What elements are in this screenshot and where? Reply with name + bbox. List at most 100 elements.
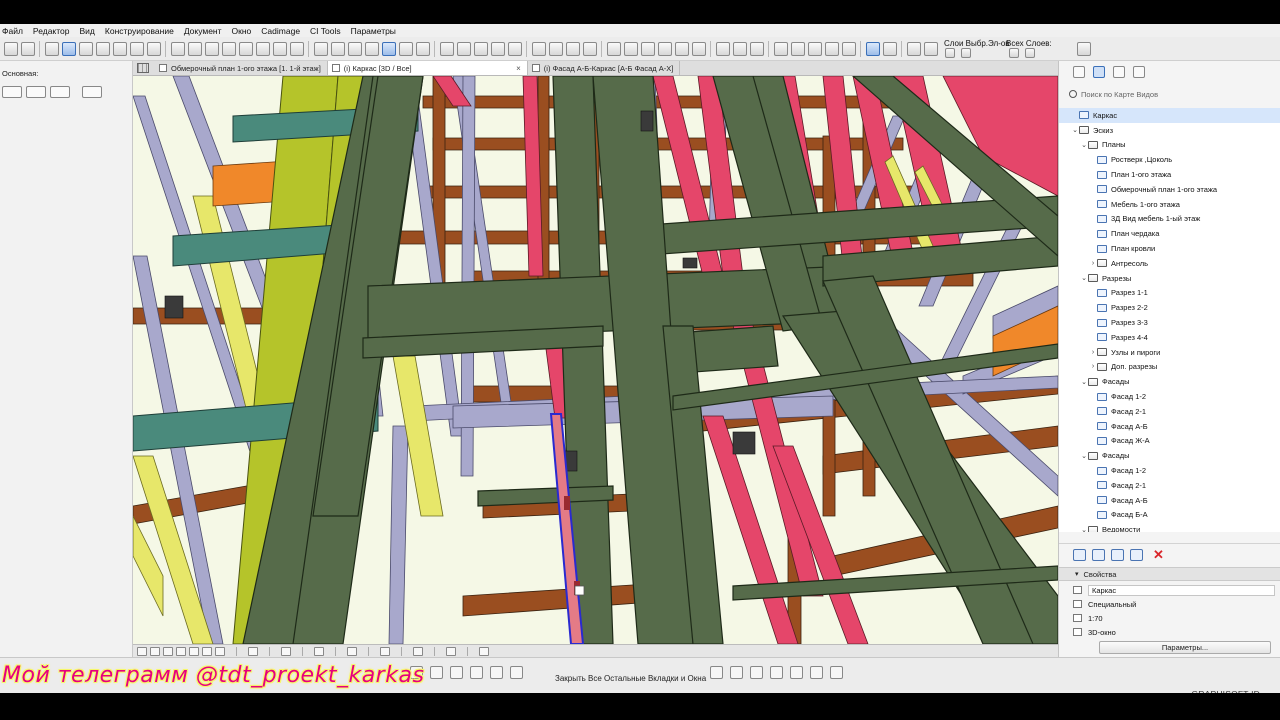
pencil-icon[interactable] xyxy=(430,666,443,679)
pen-set-icon[interactable] xyxy=(347,646,357,656)
chevron-down-icon[interactable]: ⌄ xyxy=(1080,378,1088,386)
eye-icon[interactable] xyxy=(882,41,897,56)
menu-view[interactable]: Вид xyxy=(75,26,100,36)
open-view-icon[interactable] xyxy=(1130,548,1143,561)
view-map-icon[interactable] xyxy=(1093,66,1105,78)
view-map-item[interactable]: Разрез 4-4 xyxy=(1059,330,1280,345)
view-map-item[interactable]: Фасад 2-1 xyxy=(1059,478,1280,493)
undo-view-icon[interactable] xyxy=(137,646,147,656)
chevron-down-icon[interactable]: ⌄ xyxy=(1080,141,1088,149)
view-map-item[interactable]: Разрез 2-2 xyxy=(1059,300,1280,315)
close-tab-icon[interactable]: × xyxy=(516,64,521,73)
view-map-item[interactable]: ⌄ Ведомости xyxy=(1059,522,1280,532)
view-map-item[interactable]: Мебель 1-ого этажа xyxy=(1059,197,1280,212)
table-icon[interactable] xyxy=(715,41,730,56)
pointer-tool-icon[interactable] xyxy=(2,86,22,98)
view-map-item[interactable]: ⌄ Эскиз xyxy=(1059,123,1280,138)
menu-edit[interactable]: Редактор xyxy=(28,26,75,36)
parameters-button[interactable]: Параметры... xyxy=(1099,641,1271,654)
chevron-right-icon[interactable]: › xyxy=(1089,363,1097,370)
view-map-item[interactable]: Фасад 1-2 xyxy=(1059,389,1280,404)
explode-icon[interactable] xyxy=(807,41,822,56)
triangle-down-icon[interactable] xyxy=(565,41,580,56)
stretch-icon[interactable] xyxy=(582,41,597,56)
pen-icon[interactable] xyxy=(710,666,723,679)
layer-combination-icon[interactable] xyxy=(314,646,324,656)
teamwork-icon[interactable] xyxy=(790,41,805,56)
view-map-item[interactable]: › Доп. разрезы xyxy=(1059,360,1280,375)
zoom-out-icon[interactable] xyxy=(176,646,186,656)
redo-icon[interactable] xyxy=(20,41,35,56)
offset-icon[interactable] xyxy=(507,41,522,56)
scale-icon[interactable] xyxy=(281,646,291,656)
view-map-item[interactable]: › Антресоль xyxy=(1059,256,1280,271)
view-map-item[interactable]: Ростверк ,Цоколь xyxy=(1059,152,1280,167)
chevron-right-icon[interactable]: › xyxy=(1089,349,1097,356)
properties-header[interactable]: ▾ Свойства xyxy=(1059,567,1280,581)
save-view-icon[interactable] xyxy=(1111,548,1124,561)
bring-front-icon[interactable] xyxy=(674,41,689,56)
hotspot-icon[interactable] xyxy=(255,41,270,56)
sync-icon[interactable] xyxy=(1076,41,1091,56)
marquee-icon[interactable] xyxy=(381,41,396,56)
marquee-tool-icon[interactable] xyxy=(26,86,46,98)
new-folder-icon[interactable] xyxy=(1073,548,1086,561)
menu-document[interactable]: Документ xyxy=(179,26,227,36)
view-map-item[interactable]: ⌄ Фасады xyxy=(1059,448,1280,463)
view-name-field[interactable]: Каркас xyxy=(1088,584,1275,596)
layer-combo-icon[interactable] xyxy=(906,41,921,56)
chevron-down-icon[interactable]: ⌄ xyxy=(1080,274,1088,282)
text-tool-icon[interactable] xyxy=(830,666,843,679)
zoom-in-icon[interactable] xyxy=(163,646,173,656)
triangle-up-icon[interactable] xyxy=(548,41,563,56)
view-map-item[interactable]: Фасад А-Б xyxy=(1059,493,1280,508)
menu-file[interactable]: Файл xyxy=(0,26,28,36)
list-icon[interactable] xyxy=(749,41,764,56)
save-icon[interactable] xyxy=(510,666,523,679)
3d-viewport[interactable] xyxy=(133,76,1058,644)
view-map-search[interactable]: Поиск по Карте Видов xyxy=(1069,87,1280,101)
layers-icon[interactable] xyxy=(95,41,110,56)
redo-view-icon[interactable] xyxy=(150,646,160,656)
grid-icon[interactable] xyxy=(732,41,747,56)
undo-icon[interactable] xyxy=(3,41,18,56)
favorites-star-icon[interactable] xyxy=(78,41,93,56)
all-layers-lock-icon[interactable] xyxy=(1024,47,1035,58)
view-map-item[interactable]: План 1-ого этажа xyxy=(1059,167,1280,182)
view-map-item[interactable]: Фасад А-Б xyxy=(1059,419,1280,434)
spline-icon[interactable] xyxy=(238,41,253,56)
dimension-icon[interactable] xyxy=(479,646,489,656)
layout-book-icon[interactable] xyxy=(1113,66,1125,78)
move-icon[interactable] xyxy=(347,41,362,56)
home-icon[interactable] xyxy=(398,41,413,56)
model-view-icon[interactable] xyxy=(380,646,390,656)
intersect-icon[interactable] xyxy=(824,41,839,56)
elevate-icon[interactable] xyxy=(531,41,546,56)
snap-icon[interactable] xyxy=(112,41,127,56)
rectangle-icon[interactable] xyxy=(170,41,185,56)
settings-icon[interactable] xyxy=(773,41,788,56)
chevron-down-icon[interactable]: ⌄ xyxy=(1071,126,1079,134)
view-map-item[interactable]: Обмерочный план 1-ого этажа xyxy=(1059,182,1280,197)
eyedropper-icon[interactable] xyxy=(730,666,743,679)
3d-box-icon[interactable] xyxy=(770,666,783,679)
publisher-icon[interactable] xyxy=(1133,66,1145,78)
arc-icon[interactable] xyxy=(221,41,236,56)
lock-icon[interactable] xyxy=(640,41,655,56)
tracker-icon[interactable] xyxy=(146,41,161,56)
measure-icon[interactable] xyxy=(129,41,144,56)
delete-icon[interactable]: ✕ xyxy=(1153,547,1164,563)
menu-window[interactable]: Окно xyxy=(227,26,257,36)
view-map-item[interactable]: Разрез 1-1 xyxy=(1059,286,1280,301)
unlock-icon[interactable] xyxy=(657,41,672,56)
tab-elevation[interactable]: (i) Фасад А-Б-Каркас [А-Б Фасад А-Х] xyxy=(528,61,681,75)
layer-settings-icon[interactable] xyxy=(923,41,938,56)
layer-visible-icon[interactable] xyxy=(944,47,955,58)
all-layers-visible-icon[interactable] xyxy=(1008,47,1019,58)
rotate-view-icon[interactable] xyxy=(50,86,70,98)
view-map-item[interactable]: Разрез 3-3 xyxy=(1059,315,1280,330)
orbit-view-icon[interactable] xyxy=(189,646,199,656)
rotate-icon[interactable] xyxy=(364,41,379,56)
view-map-item[interactable]: Фасад Б-А xyxy=(1059,508,1280,523)
view-map-item[interactable]: Фасад 2-1 xyxy=(1059,404,1280,419)
